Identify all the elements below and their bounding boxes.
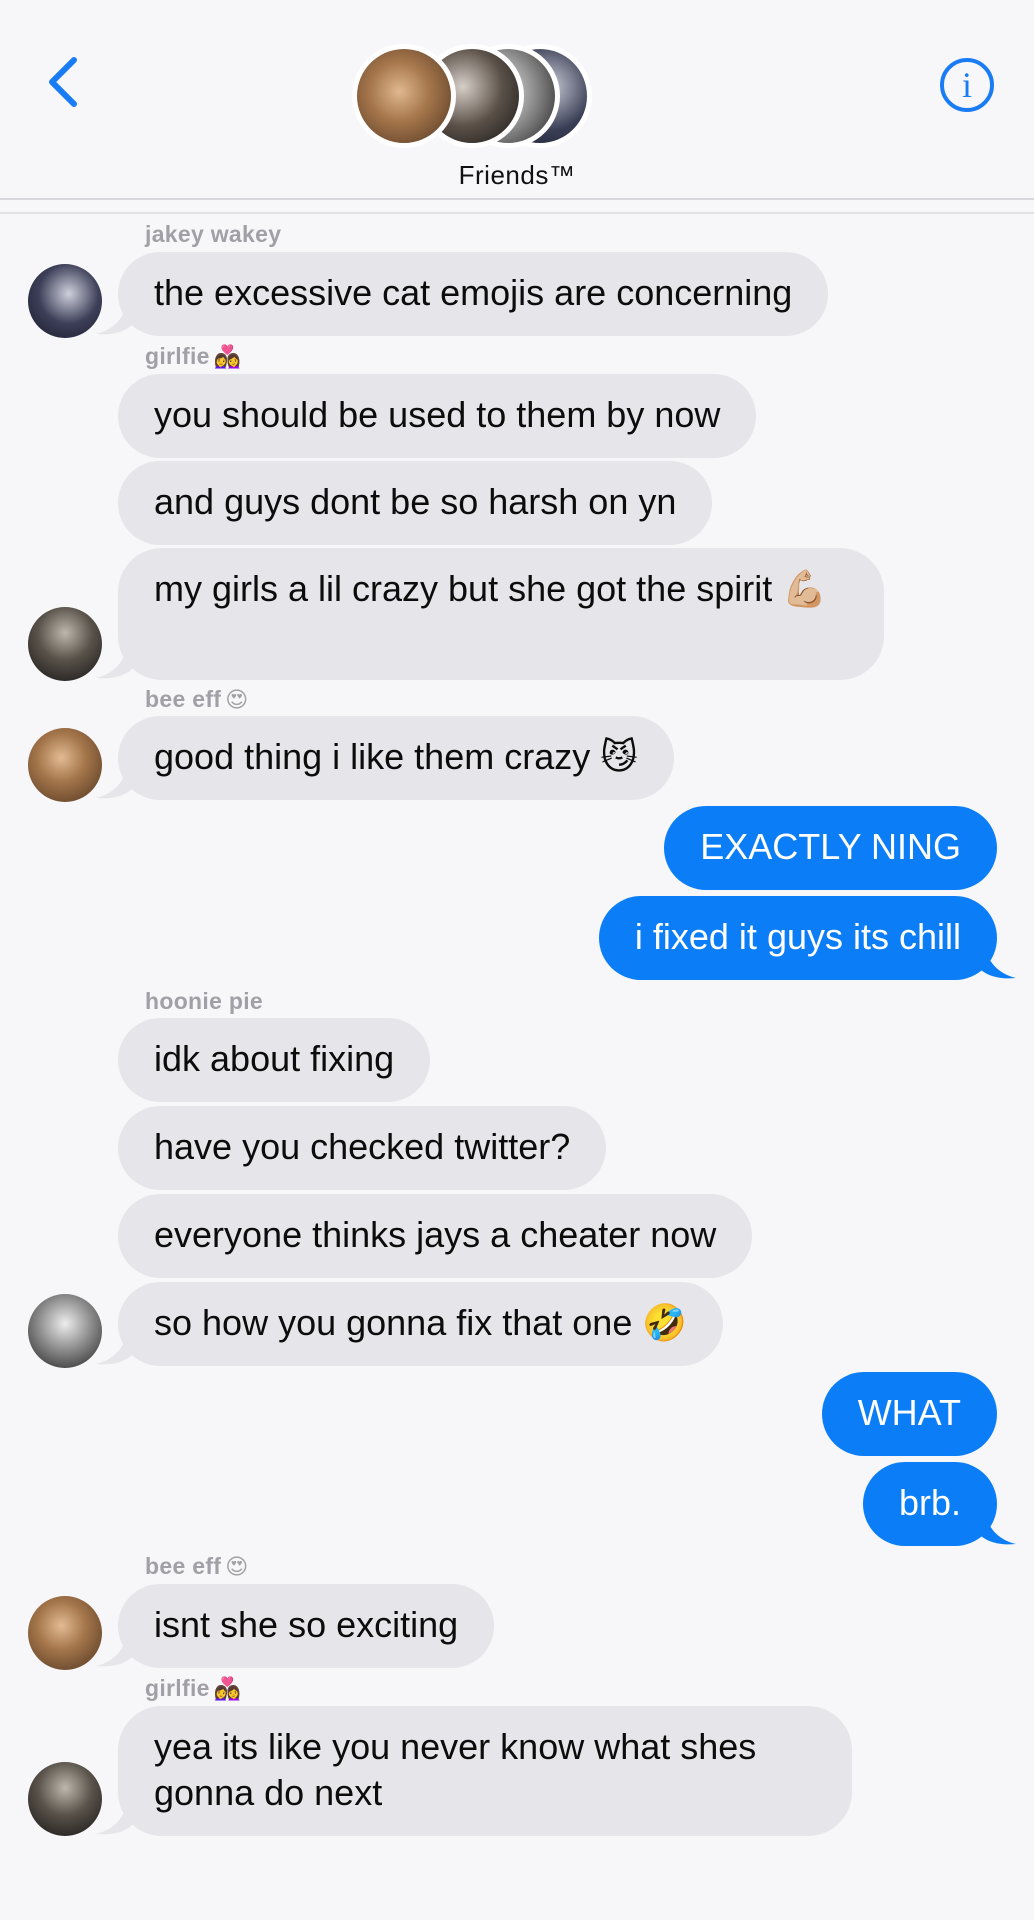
sender-emoji: 👩‍❤️‍👩 [213, 1676, 242, 1701]
bubble-tail [96, 302, 136, 335]
chevron-left-icon [49, 57, 77, 107]
sender-name: girlfie 👩‍❤️‍👩 [145, 343, 241, 370]
bubble-tail [96, 766, 136, 799]
outgoing-message[interactable]: i fixed it guys its chill [598, 896, 997, 980]
outgoing-message[interactable]: EXACTLY NING [664, 806, 997, 890]
conversation-header: Friends™ i [0, 0, 1034, 200]
sender-name: girlfie 👩‍❤️‍👩 [145, 1675, 241, 1702]
sender-label: girlfie [145, 343, 210, 369]
outgoing-message[interactable]: WHAT [821, 1372, 997, 1456]
avatar-girlfie[interactable] [28, 607, 102, 681]
bubble-tail [96, 1634, 136, 1667]
avatar-bee-eff[interactable] [28, 1596, 102, 1670]
sender-label: jakey wakey [145, 221, 282, 247]
sender-label: bee eff [145, 686, 222, 712]
avatar-hoonie-pie[interactable] [28, 1294, 102, 1368]
incoming-message[interactable]: my girls a lil crazy but she got the spi… [118, 548, 884, 680]
info-button[interactable]: i [940, 58, 994, 112]
incoming-message[interactable]: isnt she so exciting [118, 1584, 495, 1668]
incoming-message[interactable]: so how you gonna fix that one 🤣 [118, 1282, 724, 1366]
bubble-tail [976, 1512, 1016, 1545]
incoming-message[interactable]: idk about fixing [118, 1018, 431, 1102]
header-divider [0, 212, 1034, 214]
incoming-message[interactable]: good thing i like them crazy 😼 [118, 716, 674, 800]
sender-emoji: 👩‍❤️‍👩 [213, 344, 242, 369]
bubble-tail [976, 946, 1016, 979]
incoming-message[interactable]: have you checked twitter? [118, 1106, 607, 1190]
avatar [352, 44, 456, 148]
avatar-jakey-wakey[interactable] [28, 264, 102, 338]
sender-name: jakey wakey [145, 221, 281, 248]
avatar-bee-eff[interactable] [28, 728, 102, 802]
incoming-message[interactable]: everyone thinks jays a cheater now [118, 1194, 753, 1278]
sender-name: hoonie pie [145, 988, 263, 1015]
sender-name: bee eff 😍 [145, 686, 248, 713]
sender-label: hoonie pie [145, 988, 263, 1014]
incoming-message[interactable]: and guys dont be so harsh on yn [118, 461, 713, 545]
avatar-girlfie[interactable] [28, 1762, 102, 1836]
bubble-tail [96, 646, 136, 679]
group-name[interactable]: Friends™ [0, 160, 1034, 191]
sender-label: bee eff [145, 1553, 222, 1579]
sender-name: bee eff 😍 [145, 1553, 248, 1580]
info-circle-icon: i [961, 65, 972, 105]
group-avatars[interactable] [352, 44, 592, 152]
sender-label: girlfie [145, 1675, 210, 1701]
sender-emoji: 😍 [225, 687, 249, 712]
bubble-tail [96, 1802, 136, 1835]
incoming-message[interactable]: yea its like you never know what shes go… [118, 1706, 852, 1836]
incoming-message[interactable]: you should be used to them by now [118, 374, 757, 458]
bubble-tail [96, 1332, 136, 1365]
back-button[interactable] [40, 52, 90, 112]
incoming-message[interactable]: the excessive cat emojis are concerning [118, 252, 829, 336]
sender-emoji: 😍 [225, 1554, 249, 1579]
